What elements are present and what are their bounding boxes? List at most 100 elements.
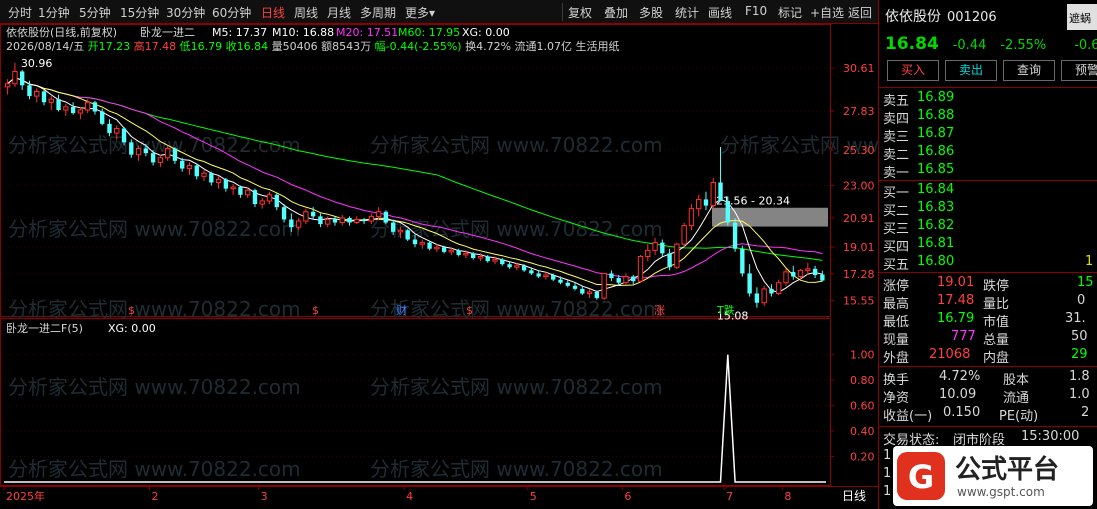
adjust-button[interactable]: 复权 — [568, 4, 592, 21]
tab-5min[interactable]: 5分钟 — [79, 4, 111, 21]
candle-body — [180, 160, 185, 169]
dividend-marker[interactable]: $ — [128, 304, 135, 317]
candle-body — [637, 255, 644, 282]
candle-body — [121, 128, 127, 143]
kline-chart[interactable]: 分析家公式网 www.70822.com 分析家公式网 www.70822.co… — [0, 24, 1013, 509]
quote-panel: 依依股份 001206 遮蜗 16.84 -0.44 -2.55% -0.63 买… — [878, 0, 1097, 509]
dividend-marker[interactable]: $ — [466, 304, 473, 317]
bid-row[interactable]: 买一 16.84 — [879, 182, 1097, 201]
panel-tag[interactable]: 遮蜗 — [1067, 4, 1097, 30]
stat-label: 内盘 — [983, 351, 1010, 366]
ma5-line — [7, 77, 823, 293]
date-tick-label: 8 — [784, 490, 791, 503]
candle-body — [783, 271, 789, 284]
stock-code: 001206 — [947, 10, 997, 25]
tab-intraday[interactable]: 分时 — [8, 4, 32, 21]
ask-row[interactable]: 卖一 16.85 — [879, 162, 1097, 181]
watermark-text: 分析家公式网 www.70822.com — [370, 133, 663, 157]
ma10-label: M10: 16.88 — [272, 26, 334, 39]
ask-row[interactable]: 卖三 16.87 — [879, 126, 1097, 145]
ma5-label: M5: 17.37 — [212, 26, 267, 39]
bid-price: 16.82 — [917, 218, 955, 233]
sell-button[interactable]: 卖出 — [945, 60, 997, 81]
bid-row[interactable]: 买二 16.83 — [879, 200, 1097, 219]
candle-body — [521, 265, 527, 271]
finance-value: 2 — [1081, 405, 1090, 420]
divider — [879, 366, 1097, 367]
ask-row[interactable]: 卖二 16.86 — [879, 144, 1097, 163]
info-segment: 收16.84 — [222, 39, 268, 53]
ask-row[interactable]: 卖五 16.89 — [879, 90, 1097, 109]
stat-row: 涨停 19.01 跌停 15 — [879, 275, 1097, 294]
bid-price: 16.81 — [917, 236, 955, 251]
finance-row: 收益(一) 0.150 PE(动) 2 — [879, 405, 1097, 424]
bid-price: 16.84 — [917, 182, 955, 197]
stat-label: 总量 — [983, 333, 1010, 348]
limit-up-marker[interactable]: 涨 — [654, 304, 665, 317]
tab-30min[interactable]: 30分钟 — [166, 4, 205, 21]
date-axis: 2025年 2 3 4 5 6 7 8 — [3, 486, 791, 503]
finance-label: 收益(一) — [883, 409, 933, 424]
tab-weekly[interactable]: 周线 — [294, 4, 318, 21]
bid-row[interactable]: 买五 16.80 1 — [879, 254, 1097, 273]
bid-label: 买四 — [883, 240, 910, 255]
bid-label: 买一 — [883, 186, 910, 201]
bid-row[interactable]: 买三 16.82 — [879, 218, 1097, 237]
stat-value: 29 — [1071, 347, 1088, 362]
stat-row: 最低 16.79 市值 31. — [879, 311, 1097, 330]
info-segment: 生活用纸 — [572, 39, 620, 53]
stat-label: 跌停 — [983, 279, 1010, 294]
ask-label: 卖二 — [883, 148, 910, 163]
mark-button[interactable]: 标记 — [778, 4, 802, 21]
tab-1min[interactable]: 1分钟 — [38, 4, 70, 21]
date-tick-label: 2025年 — [6, 489, 45, 503]
chart-area[interactable]: 分析家公式网 www.70822.com 分析家公式网 www.70822.co… — [0, 24, 1013, 509]
candle-body — [725, 200, 730, 223]
stat-label: 市值 — [983, 315, 1010, 330]
candle-body — [558, 279, 563, 283]
draw-line-button[interactable]: 画线 — [708, 4, 732, 21]
candle-body — [769, 288, 774, 294]
query-button[interactable]: 查询 — [1003, 60, 1055, 81]
bid-price: 16.80 — [917, 254, 955, 269]
f10-button[interactable]: F10 — [745, 4, 767, 18]
ask-row[interactable]: 卖四 16.88 — [879, 108, 1097, 127]
last-price: 16.84 — [885, 34, 939, 54]
date-tick-label: 2 — [151, 490, 158, 503]
candle-body — [375, 211, 382, 217]
candle-body — [434, 246, 440, 250]
stat-value: 777 — [951, 329, 976, 344]
candle-body — [463, 252, 469, 256]
bid-row[interactable]: 买四 16.81 — [879, 236, 1097, 255]
limit-down-marker[interactable]: T跌 — [716, 303, 735, 317]
candle-body — [361, 219, 367, 222]
tab-daily[interactable]: 日线 — [261, 4, 285, 21]
buy-button[interactable]: 买入 — [887, 60, 939, 81]
candle-body — [397, 229, 404, 233]
tab-more[interactable]: 更多▾ — [405, 4, 435, 21]
info-segment: 低16.79 — [176, 40, 222, 53]
watermark-layer: 分析家公式网 www.70822.com 分析家公式网 www.70822.co… — [8, 133, 1013, 481]
candle-body — [776, 282, 782, 294]
stats-button[interactable]: 统计 — [675, 4, 699, 21]
dividend-marker[interactable]: $ — [312, 304, 319, 317]
alert-button[interactable]: 预警 — [1061, 60, 1097, 81]
candle-body — [143, 148, 149, 154]
tab-monthly[interactable]: 月线 — [327, 4, 351, 21]
tab-60min[interactable]: 60分钟 — [212, 4, 251, 21]
candle-body — [652, 242, 658, 251]
tab-multi-period[interactable]: 多周期 — [360, 4, 396, 21]
price-change-pct: -2.55% — [1000, 38, 1047, 53]
info-segment: 2026/08/14/五 — [6, 40, 84, 53]
add-watchlist-button[interactable]: +自选 — [810, 4, 844, 21]
multi-stock-button[interactable]: 多股 — [639, 4, 663, 21]
candle-body — [543, 274, 549, 278]
candle-body — [318, 216, 323, 225]
candle-body — [310, 211, 316, 217]
back-button[interactable]: 返回 — [848, 4, 872, 21]
candle-body — [797, 269, 804, 278]
overlay-button[interactable]: 叠加 — [604, 4, 628, 21]
finance-marker[interactable]: 财 — [396, 303, 407, 317]
tab-15min[interactable]: 15分钟 — [120, 4, 159, 21]
signal-axis: 1.00 0.80 0.60 0.40 0.20 — [4, 349, 875, 464]
